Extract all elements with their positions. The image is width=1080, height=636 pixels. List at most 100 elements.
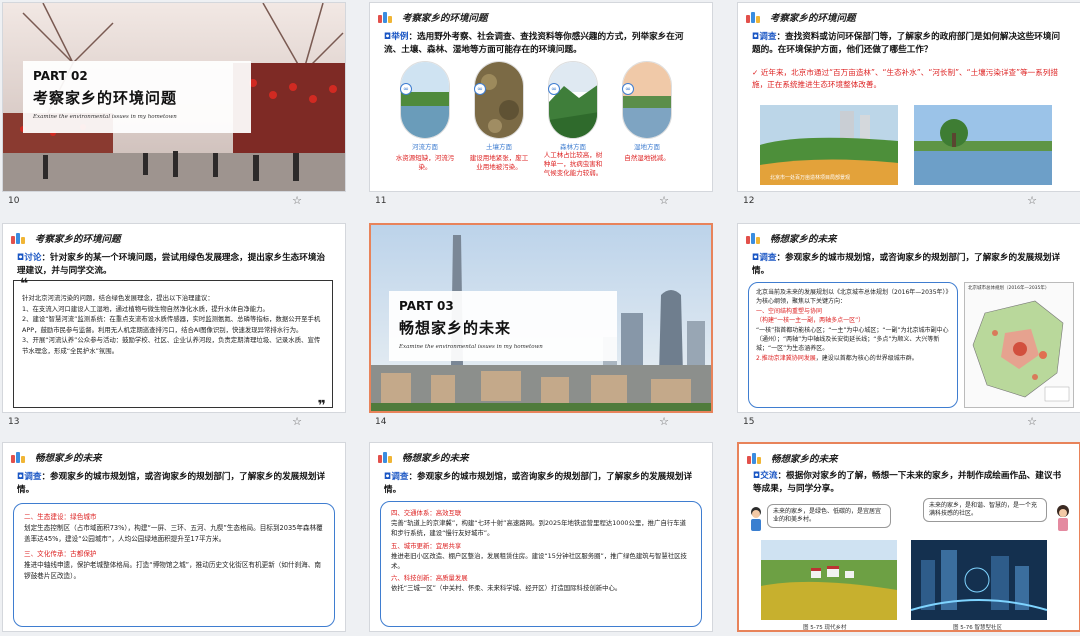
river-photo	[400, 61, 450, 139]
wetland-photo	[622, 61, 672, 139]
slide-header: 考察家乡的环境问题	[746, 10, 856, 24]
section-title: 畅想家乡的未来	[399, 319, 512, 337]
star-icon[interactable]: ☆	[659, 194, 669, 207]
pencil-logo-icon	[746, 11, 764, 23]
pencil-logo-icon	[747, 452, 765, 464]
plan-heading-1: 一、空间结构重塑与协同	[756, 307, 823, 315]
title-card: PART 03 畅想家乡的未来 Examine the environmenta…	[389, 291, 617, 361]
section-subtitle: Examine the environmental issues in my h…	[33, 114, 177, 120]
tag-label: 举例	[391, 32, 409, 42]
forest-photo	[548, 61, 598, 139]
slide-thumb-10[interactable]: PART 02 考察家乡的环境问题 Examine the environmen…	[2, 2, 346, 210]
photo-caption: 北京市一处百万亩造林项目局部景观	[770, 175, 851, 181]
slide-header: 考察家乡的环境问题	[11, 231, 121, 245]
slide-thumb-18[interactable]: 畅想家乡的未来 ◘交流：根据你对家乡的了解，畅想一下未来的家乡，并制作成绘画作品…	[737, 442, 1080, 636]
speech-bubble-1: 未来的家乡，是绿色、低碳的，是宜居宜业的和美乡村。	[767, 504, 891, 528]
slide-number: 14	[375, 417, 387, 427]
slide-17[interactable]: 畅想家乡的未来 ◘调查：参观家乡的城市规划馆，或咨询家乡的规划部门，了解家乡的发…	[369, 442, 713, 632]
marker-icon: ∞	[548, 83, 560, 95]
section-text: 依托“三城一区”（中关村、怀柔、未来科学城、经开区）打造国际科技创新中心。	[391, 584, 622, 593]
slide-thumb-16[interactable]: 畅想家乡的未来 ◘调查：参观家乡的城市规划馆，或咨询家乡的规划部门，了解家乡的发…	[2, 442, 346, 636]
slide-thumb-11[interactable]: 考察家乡的环境问题 ◘举例：选用野外考察、社会调查、查找资料等你感兴趣的方式，列…	[369, 2, 713, 210]
plan-box: 四、交通体系：高效互联 完善“轨道上的京津冀”，构建“七环十射”高速路网。到20…	[380, 501, 702, 627]
slide-header: 畅想家乡的未来	[746, 231, 837, 245]
title-card: PART 02 考察家乡的环境问题 Examine the environmen…	[23, 61, 251, 133]
girl-avatar	[1055, 504, 1071, 534]
slide-14[interactable]: PART 03 畅想家乡的未来 Examine the environmenta…	[369, 223, 713, 413]
tag-label: 调查	[24, 472, 42, 482]
slide-number: 15	[743, 417, 755, 427]
river-park-photo	[914, 105, 1052, 185]
slide-15[interactable]: 畅想家乡的未来 ◘调查：参观家乡的城市规划馆，或咨询家乡的规划部门，了解家乡的发…	[737, 223, 1080, 413]
map-title: 北京城市总体规划（2016年—2035年）	[968, 286, 1050, 291]
intro-text: 针对北京河流污染的问题，结合绿色发展理念，提出以下治理建议：	[22, 294, 214, 302]
slide-number: 13	[8, 417, 20, 427]
slide-thumb-12[interactable]: 考察家乡的环境问题 ◘调查：查找资料或访问环保部门等，了解家乡的政府部门是如何解…	[737, 2, 1080, 210]
planning-map: 北京城市总体规划（2016年—2035年）	[964, 282, 1074, 408]
slide-header: 畅想家乡的未来	[378, 450, 469, 464]
plan-box: 北京当前及未来的发展规划以《北京城市总体规划（2016年—2035年）》为核心纲…	[748, 282, 958, 408]
category-label: 森林方面	[560, 143, 586, 151]
point-3: 3、开展“河流认养”公众参与活动：鼓励学校、社区、企业认养河段，负责定期清理垃圾…	[22, 336, 321, 355]
section-heading: 六、科技创新：高质量发展	[391, 574, 468, 583]
slide-10[interactable]: PART 02 考察家乡的环境问题 Examine the environmen…	[2, 2, 346, 192]
slide-13[interactable]: 考察家乡的环境问题 ◘讨论：针对家乡的某一个环境问题，尝试用绿色发展理念，提出家…	[2, 223, 346, 413]
star-icon[interactable]: ☆	[292, 194, 302, 207]
slide-thumb-14[interactable]: PART 03 畅想家乡的未来 Examine the environmenta…	[369, 223, 713, 431]
issue-text: 自然湿地锐减。	[624, 154, 670, 162]
category-label: 土壤方面	[486, 143, 512, 151]
slide-header: 畅想家乡的未来	[747, 451, 838, 465]
marker-icon: ∞	[400, 83, 412, 95]
category-label: 河流方面	[412, 143, 438, 151]
plan-intro: 北京当前及未来的发展规划以《北京城市总体规划（2016年—2035年）》为核心纲…	[756, 289, 949, 306]
slide-number: 12	[743, 196, 755, 206]
slide-sorter: PART 02 考察家乡的环境问题 Examine the environmen…	[0, 0, 1080, 636]
pencil-logo-icon	[11, 451, 29, 463]
issue-text: 人工林占比较高，树种单一，抗病虫害和气候变化能力较弱。	[543, 151, 603, 177]
issue-text: 建设用地紧张，废工业用地被污染。	[469, 154, 529, 171]
slide-thumb-15[interactable]: 畅想家乡的未来 ◘调查：参观家乡的城市规划馆，或咨询家乡的规划部门，了解家乡的发…	[737, 223, 1080, 431]
section-heading: 二、生态建设：绿色城市	[24, 513, 97, 521]
issue-text: 水资源短缺，河流污染。	[395, 154, 455, 171]
slide-11[interactable]: 考察家乡的环境问题 ◘举例：选用野外考察、社会调查、查找资料等你感兴趣的方式，列…	[369, 2, 713, 192]
header-title: 畅想家乡的未来	[771, 454, 838, 465]
question-text: ◘调查：查找资料或访问环保部门等，了解家乡的政府部门是如何解决这些环境问题的。在…	[752, 32, 1061, 55]
part-label: PART 03	[399, 299, 454, 313]
section-heading: 五、城市更新：宜居共享	[391, 541, 462, 550]
slide-12[interactable]: 考察家乡的环境问题 ◘调查：查找资料或访问环保部门等，了解家乡的政府部门是如何解…	[737, 2, 1080, 192]
header-title: 畅想家乡的未来	[402, 453, 469, 464]
header-title: 考察家乡的环境问题	[770, 13, 856, 24]
question-text: ◘调查：参观家乡的城市规划馆，或咨询家乡的规划部门，了解家乡的发展规划详情。	[17, 472, 326, 495]
point-1: 1、在支流入河口建设人工湿地，通过植物与微生物自然净化水质，提升水体自净能力。	[22, 304, 269, 313]
header-title: 考察家乡的环境问题	[35, 234, 121, 245]
slide-header: 考察家乡的环境问题	[378, 10, 488, 24]
section-text: 完善“轨道上的京津冀”，构建“七环十射”高速路网。到2025年地铁运营里程达10…	[391, 519, 687, 538]
quote-open-icon: ❝	[20, 276, 29, 292]
slide-number: 11	[375, 196, 387, 206]
soil-photo	[474, 61, 524, 139]
slide-18[interactable]: 畅想家乡的未来 ◘交流：根据你对家乡的了解，畅想一下未来的家乡，并制作成绘画作品…	[737, 442, 1080, 632]
slide-thumb-17[interactable]: 畅想家乡的未来 ◘调查：参观家乡的城市规划馆，或咨询家乡的规划部门，了解家乡的发…	[369, 442, 713, 636]
category-label: 湿地方面	[634, 143, 660, 151]
tag-label: 调查	[759, 253, 777, 263]
tag-label: 讨论	[24, 253, 42, 263]
section-heading: 四、交通体系：高效互联	[391, 509, 462, 517]
quote-close-icon: ❞	[317, 397, 326, 413]
slide-header: 畅想家乡的未来	[11, 450, 102, 464]
slide-16[interactable]: 畅想家乡的未来 ◘调查：参观家乡的城市规划馆，或咨询家乡的规划部门，了解家乡的发…	[2, 442, 346, 632]
section-text: 划定生态控制区（占市域面积73%），构建“一屏、三环、五河、九楔”生态格局。目标…	[24, 524, 323, 543]
star-icon[interactable]: ☆	[292, 415, 302, 428]
star-icon[interactable]: ☆	[659, 415, 669, 428]
pencil-logo-icon	[378, 11, 396, 23]
question-text: ◘举例：选用野外考察、社会调查、查找资料等你感兴趣的方式，列举家乡在河流、土壤、…	[384, 32, 684, 55]
suggestion-box: ❝ 针对北京河流污染的问题，结合绿色发展理念，提出以下治理建议： 1、在支流入河…	[13, 276, 333, 412]
star-icon[interactable]: ☆	[1027, 194, 1037, 207]
header-title: 考察家乡的环境问题	[402, 13, 488, 24]
question-text: ◘调查：参观家乡的城市规划馆，或咨询家乡的规划部门，了解家乡的发展规划详情。	[752, 253, 1061, 276]
star-icon[interactable]: ☆	[1027, 415, 1037, 428]
afforestation-photo: 北京市一处百万亩造林项目局部景观	[760, 105, 898, 185]
section-text: 推进老旧小区改造、棚户区整治，发展租赁住房。建设“15分钟社区服务圈”，推广绿色…	[391, 551, 687, 571]
tag-label: 调查	[391, 472, 409, 482]
slide-thumb-13[interactable]: 考察家乡的环境问题 ◘讨论：针对家乡的某一个环境问题，尝试用绿色发展理念，提出家…	[2, 223, 346, 431]
plan-box: 二、生态建设：绿色城市 划定生态控制区（占市域面积73%），构建“一屏、三环、五…	[13, 503, 335, 627]
